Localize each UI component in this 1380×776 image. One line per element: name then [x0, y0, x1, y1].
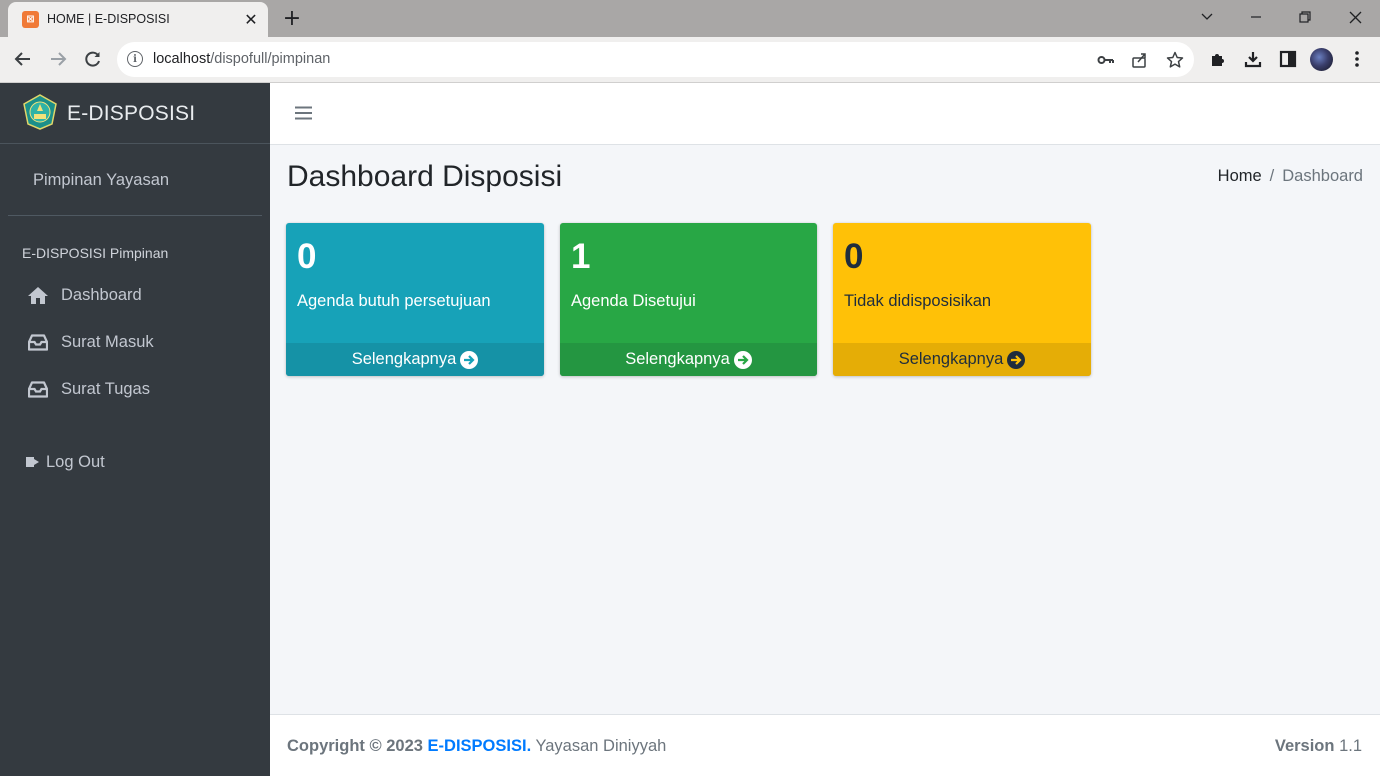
- sidebar-item-label: Surat Tugas: [61, 379, 150, 398]
- version: Version 1.1: [1275, 737, 1362, 756]
- breadcrumb: Home / Dashboard: [1218, 167, 1363, 186]
- forward-icon[interactable]: [45, 46, 71, 72]
- arrow-circle-right-icon: [733, 350, 752, 369]
- close-window-icon[interactable]: [1340, 3, 1370, 31]
- inbox-icon: [26, 378, 50, 400]
- sidebar: E-DISPOSISI Pimpinan Yayasan E-DISPOSISI…: [0, 83, 270, 776]
- logout-link[interactable]: Log Out: [26, 449, 105, 475]
- stat-more-link[interactable]: Selengkapnya: [560, 343, 817, 376]
- nav-header: E-DISPOSISI Pimpinan: [22, 245, 169, 261]
- user-name[interactable]: Pimpinan Yayasan: [33, 171, 169, 190]
- logout-icon: [26, 455, 40, 469]
- copyright-prefix: Copyright © 2023: [287, 737, 423, 755]
- side-panel-icon[interactable]: [1276, 47, 1300, 71]
- app-name-link[interactable]: E-DISPOSISI.: [428, 737, 532, 755]
- site-info-icon[interactable]: i: [127, 51, 143, 67]
- sidebar-item-surat-masuk[interactable]: Surat Masuk: [26, 327, 154, 357]
- brand-logo-icon: [22, 94, 58, 130]
- main-footer: Copyright © 2023 E-DISPOSISI. Yayasan Di…: [270, 714, 1380, 776]
- sidebar-item-dashboard[interactable]: Dashboard: [26, 280, 142, 310]
- stat-box-pending-approval: 0 Agenda butuh persetujuan Selengkapnya: [286, 223, 544, 376]
- stat-count: 0: [844, 237, 864, 276]
- breadcrumb-separator: /: [1269, 167, 1275, 185]
- extensions-puzzle-icon[interactable]: [1206, 47, 1230, 71]
- arrow-circle-right-icon: [1007, 350, 1026, 369]
- stat-count: 1: [571, 237, 591, 276]
- tab-search-icon[interactable]: [1192, 3, 1222, 31]
- browser-toolbar: i localhost/dispofull/pimpinan: [0, 37, 1380, 83]
- stat-count: 0: [297, 237, 317, 276]
- version-number: 1.1: [1339, 737, 1362, 755]
- stat-label: Agenda Disetujui: [571, 292, 696, 310]
- browser-tabstrip: ⊠ HOME | E-DISPOSISI ✕ +: [0, 0, 1380, 37]
- inbox-icon: [26, 331, 50, 353]
- copyright: Copyright © 2023 E-DISPOSISI. Yayasan Di…: [287, 737, 666, 756]
- minimize-icon[interactable]: [1241, 3, 1271, 31]
- tab-close-icon[interactable]: ✕: [240, 8, 262, 30]
- share-icon[interactable]: [1129, 49, 1151, 71]
- stat-more-link[interactable]: Selengkapnya: [833, 343, 1091, 376]
- arrow-circle-right-icon: [460, 350, 479, 369]
- hamburger-menu-icon[interactable]: [292, 102, 314, 124]
- password-key-icon[interactable]: [1095, 49, 1117, 71]
- user-panel: Pimpinan Yayasan: [8, 144, 262, 216]
- stat-more-label: Selengkapnya: [898, 350, 1004, 368]
- browser-menu-icon[interactable]: [1345, 47, 1369, 71]
- stat-more-link[interactable]: Selengkapnya: [286, 343, 544, 376]
- stat-box-not-disposed: 0 Tidak didisposisikan Selengkapnya: [833, 223, 1091, 376]
- bookmark-star-icon[interactable]: [1164, 49, 1186, 71]
- sidebar-item-label: Surat Masuk: [61, 332, 154, 351]
- sidebar-item-label: Dashboard: [61, 285, 142, 304]
- browser-tab[interactable]: ⊠ HOME | E-DISPOSISI ✕: [8, 2, 268, 37]
- xampp-favicon-icon: ⊠: [22, 11, 39, 28]
- brand-link[interactable]: E-DISPOSISI: [0, 83, 270, 144]
- logout-label: Log Out: [46, 452, 105, 471]
- address-bar[interactable]: i localhost/dispofull/pimpinan: [117, 42, 1194, 77]
- restore-icon[interactable]: [1290, 3, 1320, 31]
- stat-label: Tidak didisposisikan: [844, 292, 992, 310]
- brand-text: E-DISPOSISI: [67, 102, 196, 125]
- stat-more-label: Selengkapnya: [625, 350, 730, 368]
- new-tab-icon[interactable]: +: [280, 5, 304, 31]
- stat-label: Agenda butuh persetujuan: [297, 292, 491, 310]
- download-icon[interactable]: [1241, 47, 1265, 71]
- page-title: Dashboard Disposisi: [287, 160, 563, 193]
- breadcrumb-home-link[interactable]: Home: [1218, 167, 1262, 185]
- back-icon[interactable]: [10, 46, 36, 72]
- breadcrumb-current: Dashboard: [1282, 167, 1363, 185]
- stat-box-approved: 1 Agenda Disetujui Selengkapnya: [560, 223, 817, 376]
- org-name: Yayasan Diniyyah: [535, 737, 667, 755]
- url-text[interactable]: localhost/dispofull/pimpinan: [153, 51, 330, 67]
- profile-avatar[interactable]: [1310, 48, 1333, 71]
- tab-title: HOME | E-DISPOSISI: [47, 12, 170, 26]
- home-icon: [26, 284, 50, 306]
- reload-icon[interactable]: [80, 46, 106, 72]
- sidebar-item-surat-tugas[interactable]: Surat Tugas: [26, 374, 150, 404]
- stat-more-label: Selengkapnya: [351, 350, 457, 368]
- top-navbar: [270, 83, 1380, 145]
- version-label: Version: [1274, 737, 1335, 755]
